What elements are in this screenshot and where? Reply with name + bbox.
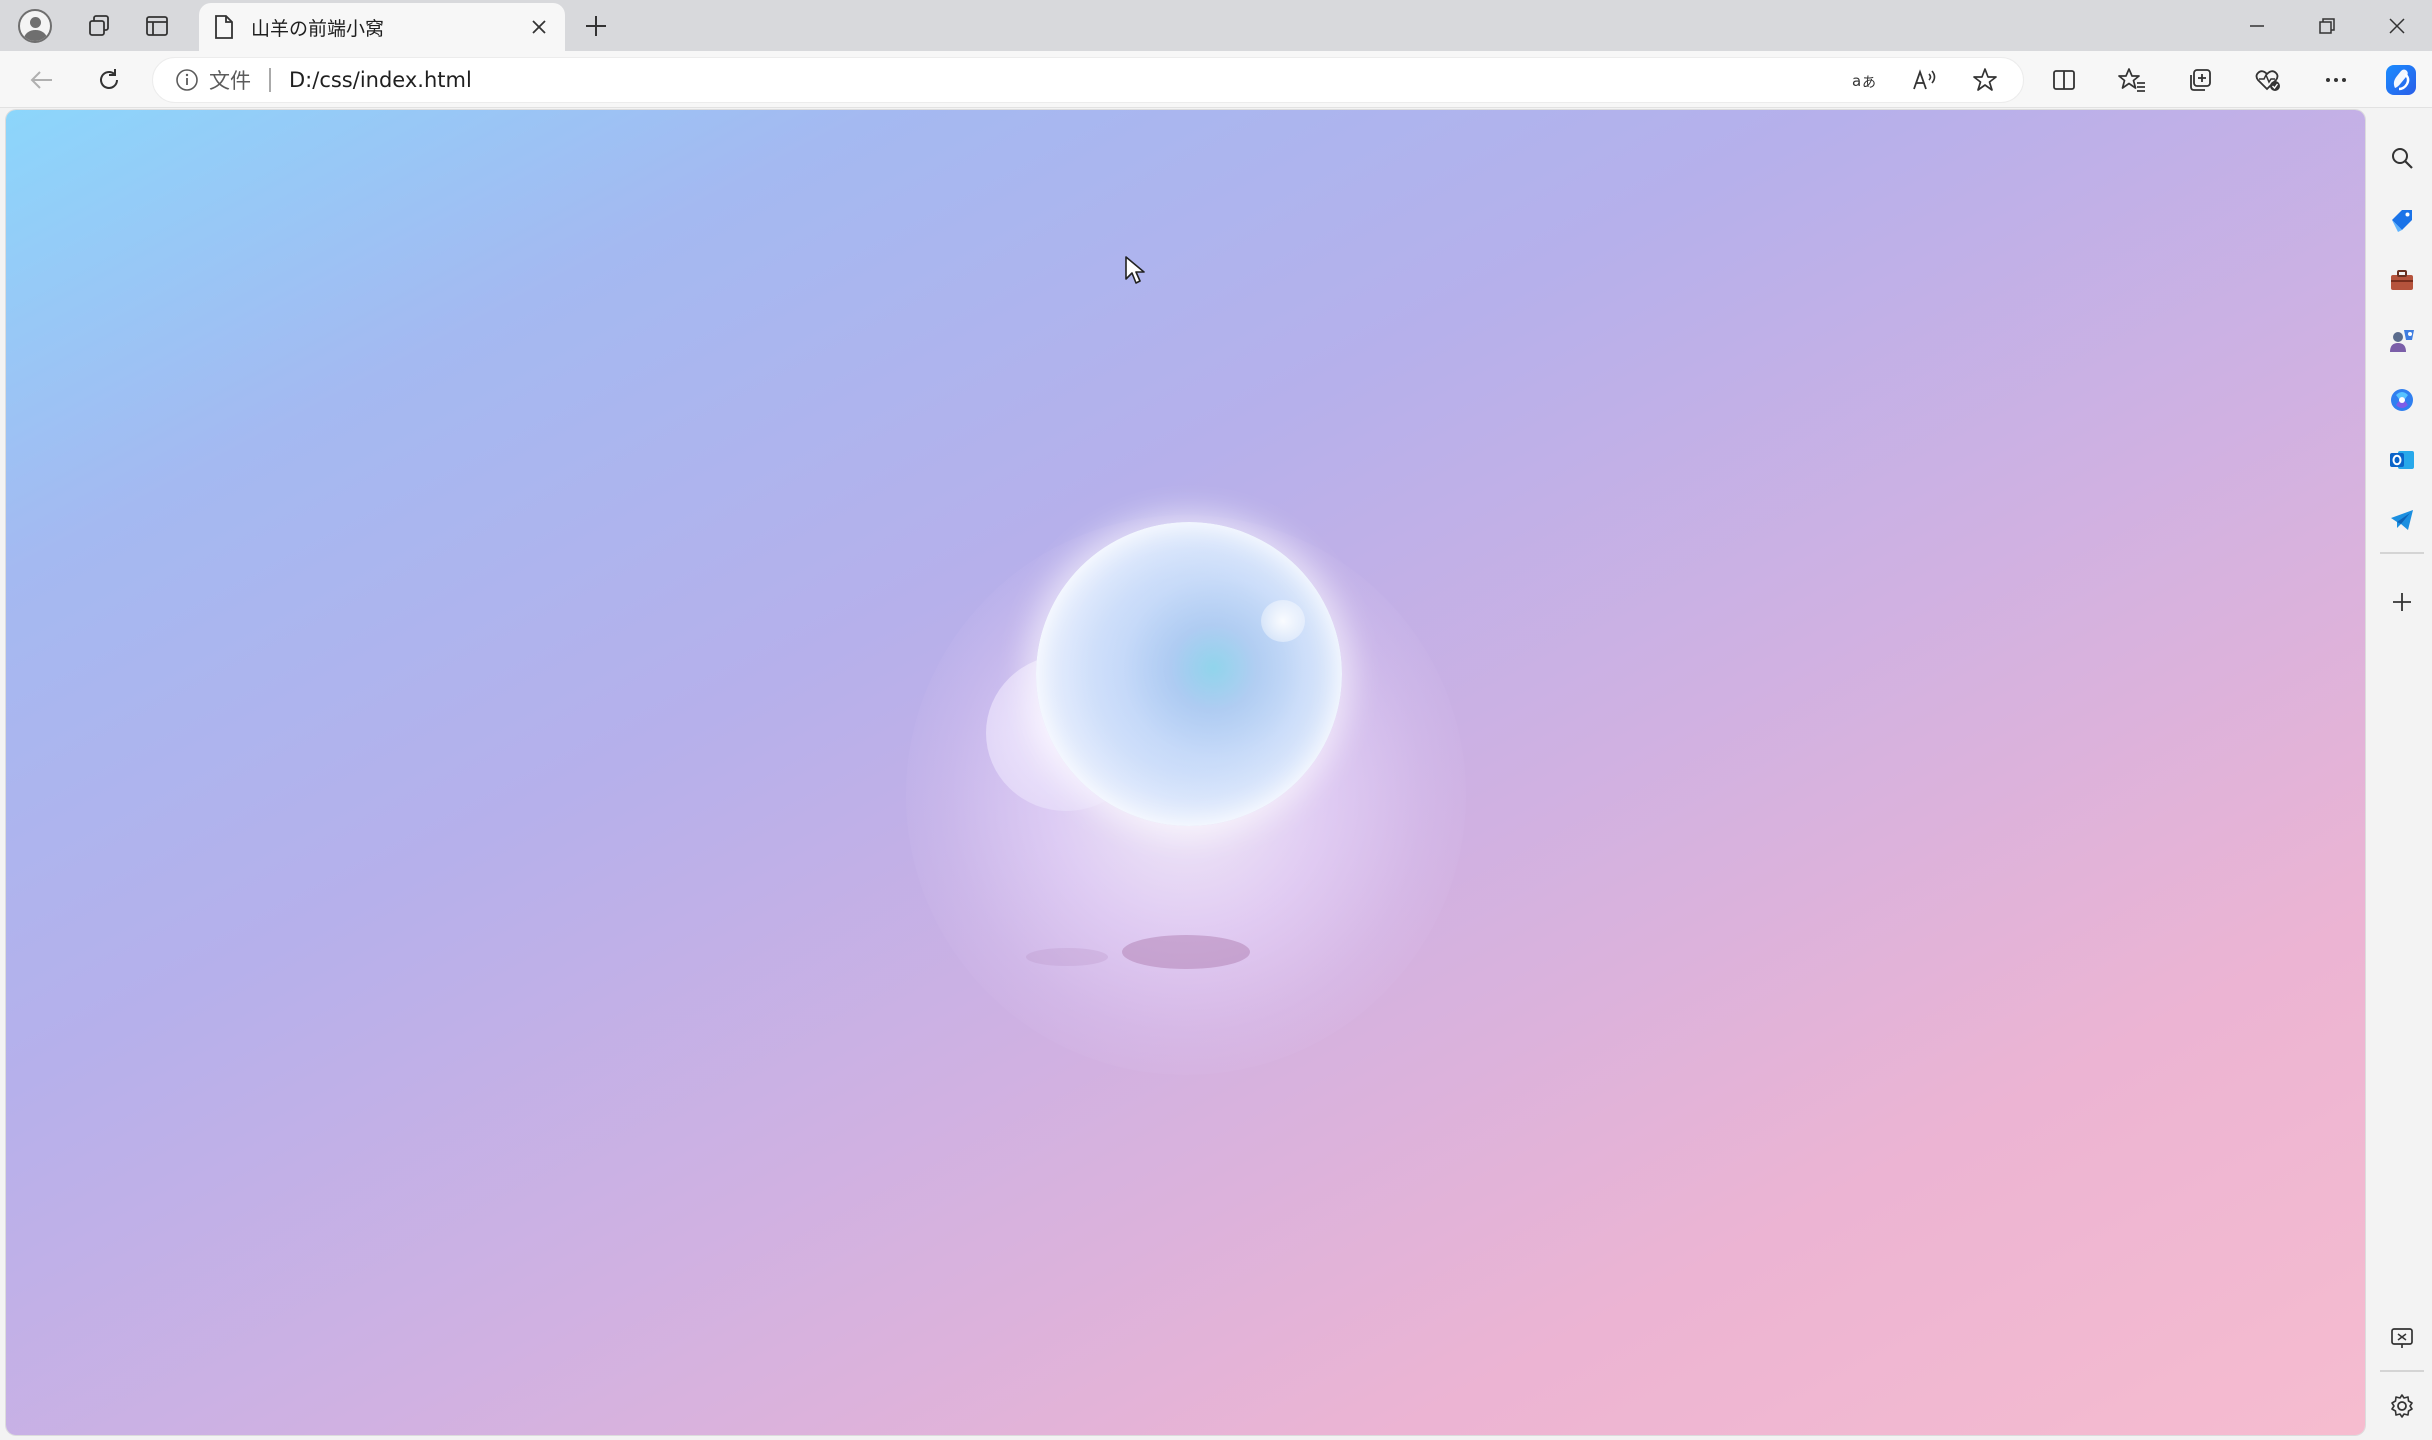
- sidebar-bottom-separator: [2380, 1370, 2424, 1372]
- svg-text:a: a: [1852, 72, 1861, 90]
- sidebar-tools-button[interactable]: [2380, 258, 2424, 302]
- sidebar-separator: [2380, 552, 2424, 554]
- small-bubble-shadow: [1026, 948, 1108, 966]
- collections-button[interactable]: [2176, 59, 2224, 101]
- sidebar-add-button[interactable]: [2380, 580, 2424, 624]
- address-actions: a あ: [1841, 60, 2009, 100]
- refresh-icon: [100, 69, 118, 89]
- info-icon[interactable]: [175, 68, 199, 92]
- copilot-button[interactable]: [2378, 59, 2424, 101]
- orb-highlight: [1261, 600, 1305, 642]
- close-icon: [2389, 17, 2405, 34]
- shopping-tag-icon: [2392, 210, 2412, 232]
- close-icon: [532, 20, 546, 34]
- more-options-button[interactable]: [2312, 59, 2360, 101]
- search-icon: [2392, 148, 2413, 169]
- outlook-icon: [2390, 451, 2414, 469]
- tools-briefcase-icon: [2391, 270, 2413, 290]
- url-text[interactable]: D:/css/index.html: [289, 68, 1841, 92]
- more-options-icon: [2326, 78, 2346, 82]
- sidebar-search-button[interactable]: [2380, 136, 2424, 180]
- copilot-icon: [2386, 65, 2416, 95]
- tab-title: 山羊の前端小窝: [251, 17, 385, 40]
- back-button[interactable]: [20, 59, 64, 101]
- mouse-cursor-icon: [1125, 256, 1145, 284]
- minimize-icon: [2250, 24, 2264, 27]
- read-aloud-button[interactable]: [1901, 60, 1949, 100]
- read-aloud-icon: [1913, 69, 1936, 90]
- back-arrow-icon: [30, 71, 52, 89]
- page-icon: [215, 15, 233, 39]
- site-info-label[interactable]: 文件: [209, 65, 251, 95]
- microsoft-365-icon: [2391, 389, 2413, 411]
- sidebar-settings-button[interactable]: [2380, 1384, 2424, 1428]
- toolbar-actions: [2040, 59, 2360, 101]
- sidebar-games-button[interactable]: [2380, 318, 2424, 362]
- svg-text:あ: あ: [1862, 75, 1876, 91]
- screenshot-icon: [2391, 1328, 2413, 1348]
- glass-orb: [1036, 522, 1342, 826]
- restore-icon: [2319, 17, 2335, 34]
- plus-icon: [586, 16, 606, 36]
- address-separator: [269, 68, 271, 92]
- active-tab[interactable]: 山羊の前端小窝: [199, 3, 565, 51]
- tab-strip: 山羊の前端小窝: [0, 0, 2432, 51]
- games-icon: [2390, 330, 2414, 352]
- browser-window: 山羊の前端小窝 文件 D:/css/index.html a あ: [0, 0, 2432, 1440]
- workspaces-button[interactable]: [77, 6, 123, 46]
- new-tab-button[interactable]: [575, 6, 617, 46]
- window-controls: [2222, 0, 2432, 51]
- browser-essentials-icon: [2255, 70, 2280, 91]
- toolbar: 文件 D:/css/index.html a あ: [0, 51, 2432, 108]
- vertical-tabs-button[interactable]: [134, 6, 180, 46]
- browser-essentials-button[interactable]: [2244, 59, 2292, 101]
- workspaces-icon: [89, 15, 109, 36]
- orb-shadow: [1122, 935, 1250, 969]
- edge-sidebar: [2372, 110, 2432, 1440]
- favorites-icon: [2118, 68, 2145, 92]
- sidebar-outlook-button[interactable]: [2380, 438, 2424, 482]
- split-screen-icon: [2053, 70, 2075, 90]
- profile-icon: [18, 9, 52, 43]
- tab-close-button[interactable]: [523, 11, 555, 43]
- add-icon: [2393, 593, 2411, 611]
- sidebar-telegram-button[interactable]: [2380, 498, 2424, 542]
- address-bar[interactable]: 文件 D:/css/index.html a あ: [152, 57, 2024, 103]
- sidebar-screenshot-button[interactable]: [2380, 1316, 2424, 1360]
- minimize-button[interactable]: [2222, 0, 2292, 51]
- telegram-icon: [2391, 510, 2413, 530]
- page-viewport: [6, 110, 2365, 1435]
- refresh-button[interactable]: [87, 59, 131, 101]
- sidebar-shopping-button[interactable]: [2380, 198, 2424, 242]
- sidebar-m365-button[interactable]: [2380, 378, 2424, 422]
- translate-button[interactable]: a あ: [1841, 60, 1889, 100]
- favorite-star-icon: [1973, 68, 1997, 91]
- translate-icon: a あ: [1852, 72, 1876, 91]
- tab-actions-icon: [146, 16, 168, 36]
- profile-button[interactable]: [12, 6, 58, 46]
- favorites-button[interactable]: [2108, 59, 2156, 101]
- collections-icon: [2190, 69, 2211, 91]
- favorite-button[interactable]: [1961, 60, 2009, 100]
- close-window-button[interactable]: [2362, 0, 2432, 51]
- split-screen-button[interactable]: [2040, 59, 2088, 101]
- restore-button[interactable]: [2292, 0, 2362, 51]
- settings-icon: [2391, 1394, 2413, 1418]
